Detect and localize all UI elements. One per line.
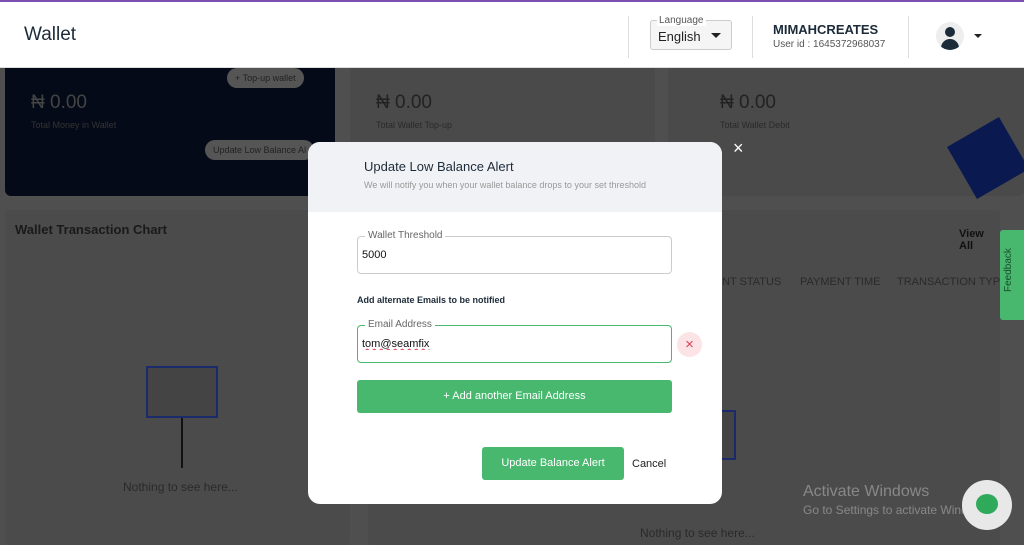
label: Total Wallet Debit (720, 120, 790, 130)
column-header: PAYMENT TIME (800, 276, 881, 288)
label: Total Wallet Top-up (376, 120, 453, 130)
activate-windows-title: Activate Windows (803, 483, 930, 500)
empty-illustration (146, 366, 218, 418)
field-label: Email Address (365, 319, 435, 330)
update-balance-alert-button[interactable]: Update Balance Alert (482, 447, 624, 480)
empty-message: Nothing to see here... (640, 526, 755, 540)
wallet-illustration (947, 117, 1024, 199)
modal-title: Update Low Balance Alert (364, 159, 514, 174)
close-icon[interactable]: × (733, 138, 744, 159)
wallet-threshold-field[interactable]: Wallet Threshold (357, 230, 672, 274)
user-name: MIMAHCREATES (773, 22, 879, 37)
avatar[interactable] (936, 22, 964, 50)
top-up-wallet-button[interactable]: + Top-up wallet (227, 68, 304, 88)
add-email-button[interactable]: + Add another Email Address (357, 380, 672, 413)
language-value: English (658, 29, 701, 44)
chevron-down-icon (711, 33, 721, 43)
panel-title: Wallet Transaction Chart (15, 222, 167, 237)
amount: ₦ 0.00 (720, 92, 776, 113)
column-header: NT STATUS (722, 276, 782, 288)
modal-header: Update Low Balance Alert We will notify … (308, 142, 722, 212)
email-field[interactable]: Email Address (357, 319, 672, 363)
amount: ₦ 0.00 (31, 92, 87, 113)
header: Wallet Language English MIMAHCREATES Use… (0, 2, 1024, 68)
user-id: User id : 1645372968037 (773, 39, 886, 50)
divider (908, 16, 909, 58)
page-title: Wallet (24, 24, 77, 45)
email-input[interactable] (362, 338, 652, 350)
wallet-balance-card: ₦ 0.00 Total Money in Wallet + Top-up wa… (5, 68, 335, 196)
remove-email-icon[interactable]: × (677, 332, 702, 357)
update-low-balance-button[interactable]: Update Low Balance Al (205, 140, 315, 160)
view-all-link[interactable]: View All (959, 228, 1000, 252)
chevron-down-icon[interactable] (974, 34, 982, 42)
empty-illustration-stand (181, 418, 183, 468)
feedback-tab[interactable]: Feedback (1000, 230, 1024, 320)
column-header: TRANSACTION TYPE (897, 276, 1008, 288)
modal-subtitle: We will notify you when your wallet bala… (364, 180, 646, 190)
language-label: Language (657, 15, 706, 26)
emails-label: Add alternate Emails to be notified (357, 295, 506, 305)
update-alert-modal: Update Low Balance Alert We will notify … (308, 142, 722, 504)
label: Total Money in Wallet (31, 120, 117, 130)
divider (628, 16, 629, 58)
feedback-label: Feedback (1003, 248, 1014, 292)
wallet-chart-panel: Wallet Transaction Chart Nothing to see … (5, 210, 350, 545)
wallet-threshold-input[interactable] (362, 249, 652, 261)
amount: ₦ 0.00 (376, 92, 432, 113)
cancel-button[interactable]: Cancel (632, 458, 666, 470)
chat-button[interactable] (962, 480, 1012, 530)
language-select[interactable]: Language English (650, 15, 732, 50)
divider (752, 16, 753, 58)
empty-message: Nothing to see here... (123, 480, 238, 494)
field-label: Wallet Threshold (365, 230, 446, 241)
